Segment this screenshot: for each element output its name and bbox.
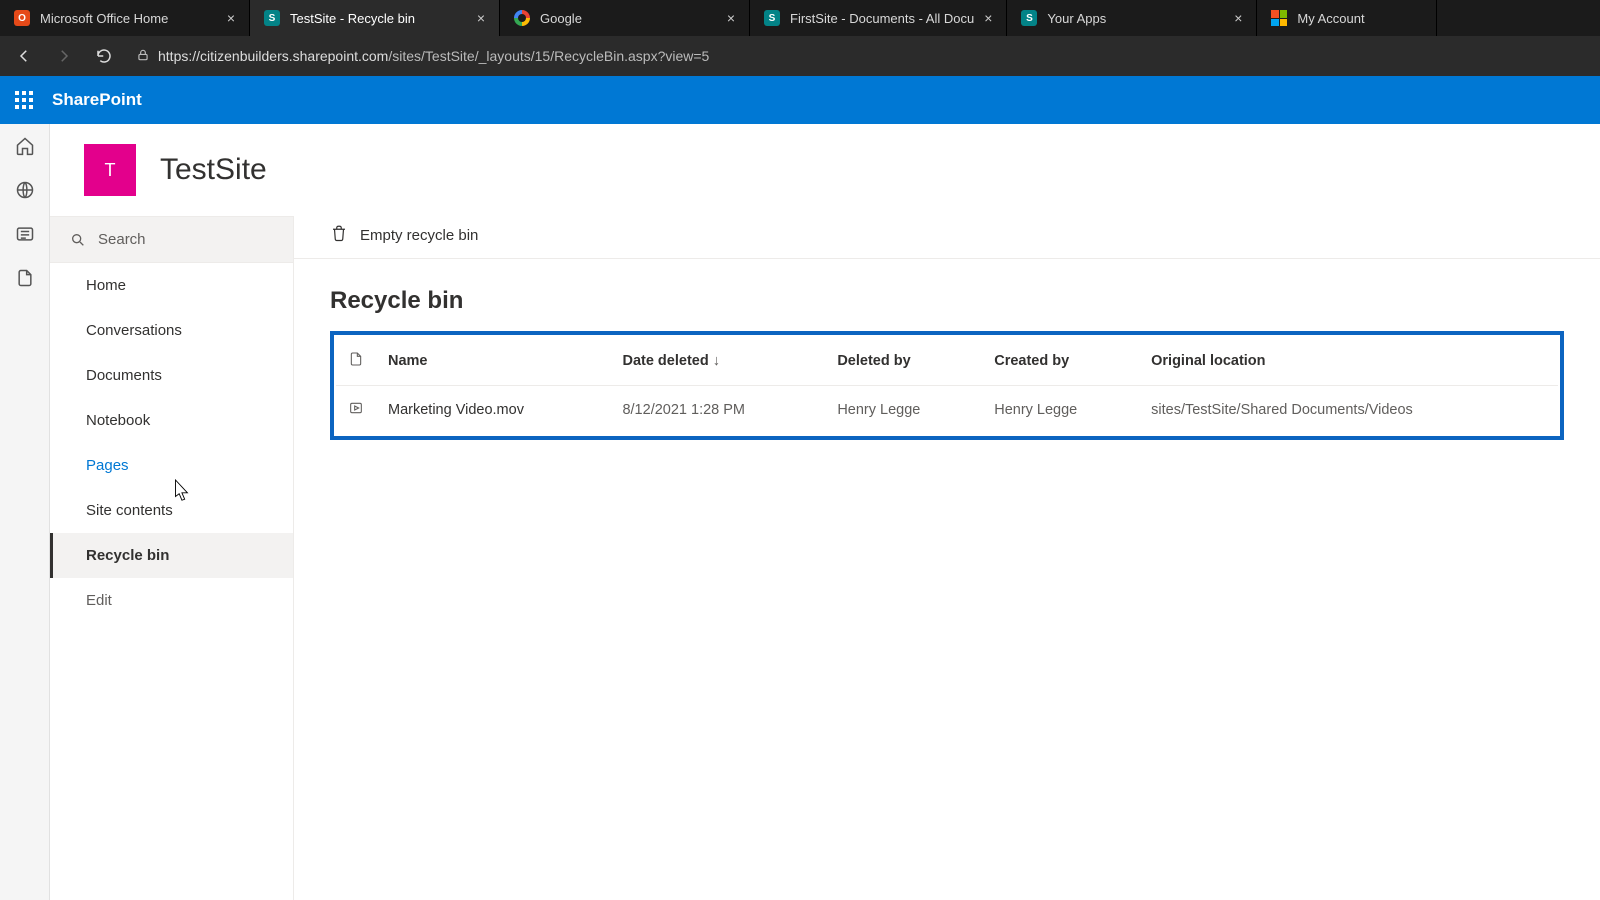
column-header-date-deleted[interactable]: Date deleted↓: [610, 337, 825, 386]
app-launcher-button[interactable]: [0, 76, 48, 124]
forward-button[interactable]: [48, 40, 80, 72]
recycle-bin-table: Name Date deleted↓ Deleted by Created by…: [336, 337, 1558, 434]
waffle-icon: [15, 91, 33, 109]
close-icon[interactable]: ×: [984, 11, 992, 25]
tab-title: Your Apps: [1047, 11, 1224, 26]
cell-name: Marketing Video.mov: [376, 386, 610, 435]
file-type-icon: [336, 386, 376, 435]
close-icon[interactable]: ×: [227, 11, 235, 25]
nav-item-home[interactable]: Home: [50, 263, 293, 308]
url-host: https://citizenbuilders.sharepoint.com/s…: [158, 48, 709, 64]
site-header: T TestSite: [50, 124, 1600, 216]
page-content: Empty recycle bin Recycle bin Name: [294, 216, 1600, 900]
cell-deleted-by: Henry Legge: [825, 386, 982, 435]
back-button[interactable]: [8, 40, 40, 72]
left-nav: Search Home Conversations Documents Note…: [50, 216, 294, 900]
sharepoint-icon: S: [264, 10, 280, 26]
site-logo[interactable]: T: [84, 144, 136, 196]
news-icon[interactable]: [15, 224, 35, 244]
nav-item-recycle-bin[interactable]: Recycle bin: [50, 533, 293, 578]
sharepoint-icon: S: [764, 10, 780, 26]
tab-title: My Account: [1297, 11, 1422, 26]
browser-tab[interactable]: O Microsoft Office Home ×: [0, 0, 250, 36]
cell-created-by: Henry Legge: [982, 386, 1139, 435]
table-row[interactable]: Marketing Video.mov 8/12/2021 1:28 PM He…: [336, 386, 1558, 435]
home-icon[interactable]: [15, 136, 35, 156]
browser-tab-bar: O Microsoft Office Home × S TestSite - R…: [0, 0, 1600, 36]
page-title: Recycle bin: [294, 259, 1600, 331]
tab-title: TestSite - Recycle bin: [290, 11, 467, 26]
trash-icon: [330, 224, 348, 246]
suite-brand[interactable]: SharePoint: [48, 90, 142, 110]
suite-header: SharePoint: [0, 76, 1600, 124]
column-header-created-by[interactable]: Created by: [982, 337, 1139, 386]
app-rail: [0, 124, 50, 900]
reload-button[interactable]: [88, 40, 120, 72]
globe-icon[interactable]: [15, 180, 35, 200]
browser-tab[interactable]: S TestSite - Recycle bin ×: [250, 0, 500, 36]
cell-original-location: sites/TestSite/Shared Documents/Videos: [1139, 386, 1558, 435]
microsoft-icon: [1271, 10, 1287, 26]
lock-icon: [136, 48, 150, 65]
address-bar[interactable]: https://citizenbuilders.sharepoint.com/s…: [128, 48, 1592, 65]
nav-item-edit[interactable]: Edit: [50, 578, 293, 623]
browser-tab[interactable]: Google ×: [500, 0, 750, 36]
nav-item-conversations[interactable]: Conversations: [50, 308, 293, 353]
empty-recycle-bin-button[interactable]: Empty recycle bin: [360, 227, 478, 244]
sharepoint-icon: S: [1021, 10, 1037, 26]
browser-tab[interactable]: S Your Apps ×: [1007, 0, 1257, 36]
tab-title: Google: [540, 11, 717, 26]
close-icon[interactable]: ×: [727, 11, 735, 25]
nav-item-site-contents[interactable]: Site contents: [50, 488, 293, 533]
nav-item-pages[interactable]: Pages: [50, 443, 293, 488]
search-placeholder: Search: [98, 231, 146, 248]
close-icon[interactable]: ×: [477, 11, 485, 25]
command-bar: Empty recycle bin: [294, 212, 1600, 259]
browser-toolbar: https://citizenbuilders.sharepoint.com/s…: [0, 36, 1600, 76]
table-header-row: Name Date deleted↓ Deleted by Created by…: [336, 337, 1558, 386]
search-box[interactable]: Search: [50, 216, 293, 263]
browser-tab[interactable]: My Account: [1257, 0, 1437, 36]
files-icon[interactable]: [15, 268, 35, 288]
cell-date-deleted: 8/12/2021 1:28 PM: [610, 386, 825, 435]
tab-title: Microsoft Office Home: [40, 11, 217, 26]
google-icon: [514, 10, 530, 26]
column-header-deleted-by[interactable]: Deleted by: [825, 337, 982, 386]
column-header-name[interactable]: Name: [376, 337, 610, 386]
close-icon[interactable]: ×: [1234, 11, 1242, 25]
recycle-bin-table-highlight: Name Date deleted↓ Deleted by Created by…: [330, 331, 1564, 440]
office-icon: O: [14, 10, 30, 26]
nav-item-documents[interactable]: Documents: [50, 353, 293, 398]
browser-tab[interactable]: S FirstSite - Documents - All Docu ×: [750, 0, 1007, 36]
site-name[interactable]: TestSite: [160, 153, 267, 187]
tab-title: FirstSite - Documents - All Docu: [790, 11, 974, 26]
column-header-icon[interactable]: [336, 337, 376, 386]
column-header-original-location[interactable]: Original location: [1139, 337, 1558, 386]
nav-item-notebook[interactable]: Notebook: [50, 398, 293, 443]
sort-desc-icon: ↓: [709, 353, 720, 369]
